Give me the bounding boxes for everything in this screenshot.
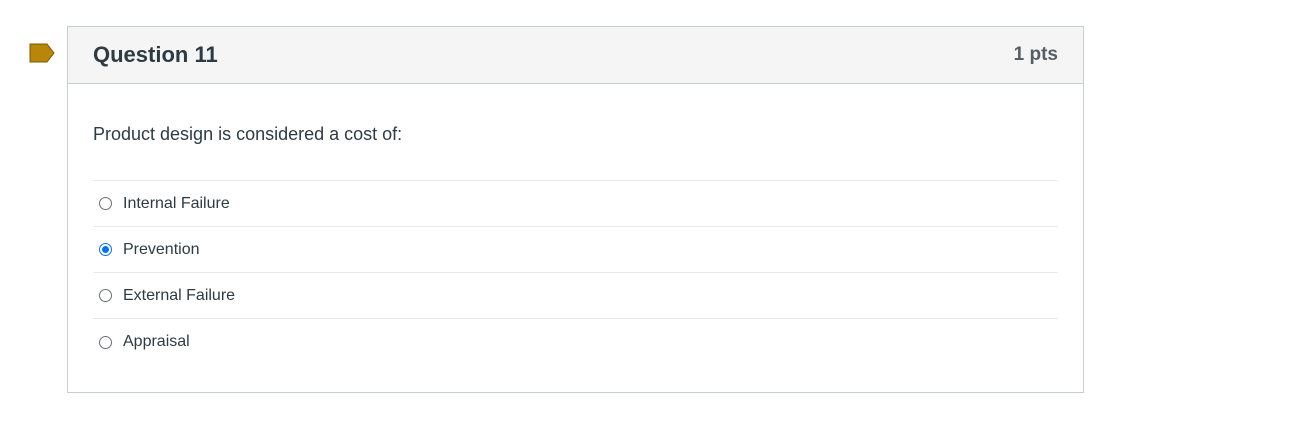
answer-label: Prevention: [123, 240, 200, 258]
answer-list: Internal Failure Prevention External Fai…: [93, 180, 1058, 365]
answer-label: Appraisal: [123, 333, 190, 350]
radio-button[interactable]: [99, 335, 112, 349]
question-text: Product design is considered a cost of:: [93, 124, 403, 144]
question-card: Question 11 1 pts Product design is cons…: [67, 26, 1084, 393]
answer-option-prevention[interactable]: Prevention: [93, 227, 1058, 273]
question-body: Product design is considered a cost of: …: [68, 123, 1083, 365]
answer-label: Internal Failure: [123, 194, 230, 212]
answer-option-appraisal[interactable]: Appraisal: [93, 319, 1058, 365]
question-header: Question 11 1 pts: [68, 27, 1083, 84]
flag-icon[interactable]: [29, 43, 55, 63]
radio-button[interactable]: [99, 197, 112, 210]
answer-option-external-failure[interactable]: External Failure: [93, 273, 1058, 319]
radio-button[interactable]: [99, 289, 112, 302]
answer-option-internal-failure[interactable]: Internal Failure: [93, 181, 1058, 227]
radio-button-selected[interactable]: [99, 243, 112, 256]
question-points: 1 pts: [1013, 44, 1058, 65]
question-title: Question 11: [93, 42, 218, 67]
answer-label: External Failure: [123, 286, 236, 304]
quiz-page: Question 11 1 pts Product design is cons…: [0, 0, 1301, 428]
